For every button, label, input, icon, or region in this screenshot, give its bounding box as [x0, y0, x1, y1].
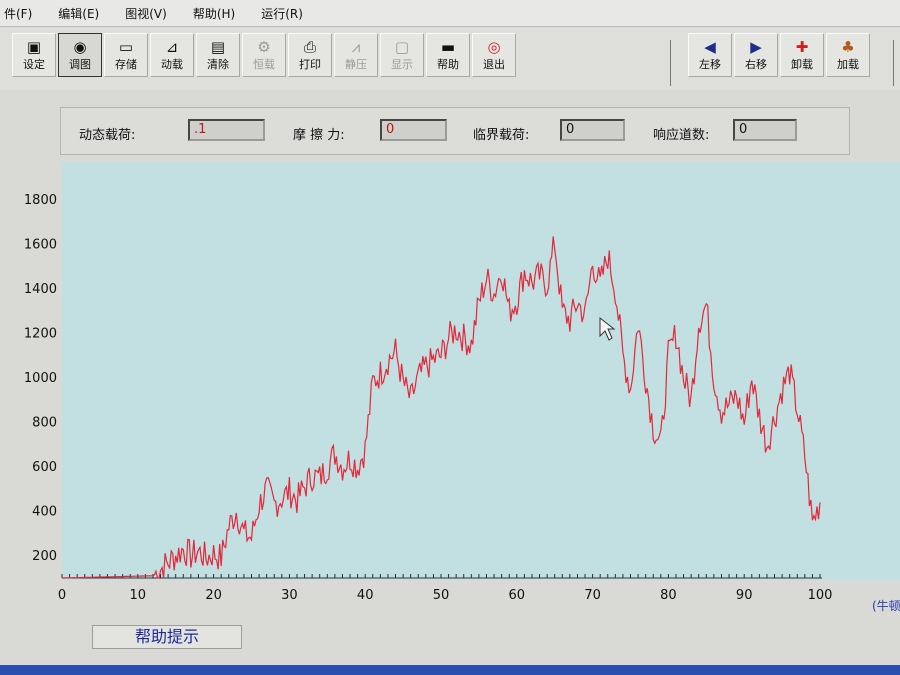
x-tick-label: 100 — [808, 588, 833, 603]
x-tick-label: 70 — [584, 588, 601, 603]
y-tick-label: 600 — [32, 460, 57, 475]
x-tick-label: 40 — [357, 588, 374, 603]
x-tick-label: 0 — [58, 588, 66, 603]
x-axis: 0 10 20 30 40 50 60 70 80 90 100 — [58, 577, 833, 603]
mouse-cursor-icon — [599, 316, 616, 341]
x-tick-label: 10 — [130, 588, 147, 603]
x-minor-ticks — [61, 574, 821, 578]
x-tick-label: 90 — [736, 588, 753, 603]
taskbar — [0, 665, 900, 675]
y-tick-label: 1000 — [24, 371, 57, 386]
x-unit-label: (牛顿 — [872, 598, 900, 613]
help-hint-button[interactable]: 帮助提示 — [92, 625, 242, 649]
y-tick-label: 800 — [32, 415, 57, 430]
x-tick-label: 50 — [433, 588, 450, 603]
y-axis: 200 400 600 800 1000 1200 1400 1600 1800 — [24, 193, 57, 564]
y-tick-label: 1600 — [24, 238, 57, 253]
x-tick-label: 60 — [509, 588, 526, 603]
y-tick-label: 1800 — [24, 193, 57, 208]
load-curve-chart: 200 400 600 800 1000 1200 1400 1600 1800 0 10 20 30… — [24, 193, 900, 613]
y-tick-label: 400 — [32, 504, 57, 519]
x-tick-label: 30 — [281, 588, 298, 603]
x-tick-label: 20 — [205, 588, 222, 603]
y-tick-label: 200 — [32, 549, 57, 564]
y-tick-label: 1400 — [24, 282, 57, 297]
load-series-line — [62, 236, 821, 579]
x-tick-label: 80 — [660, 588, 677, 603]
y-tick-label: 1200 — [24, 327, 57, 342]
